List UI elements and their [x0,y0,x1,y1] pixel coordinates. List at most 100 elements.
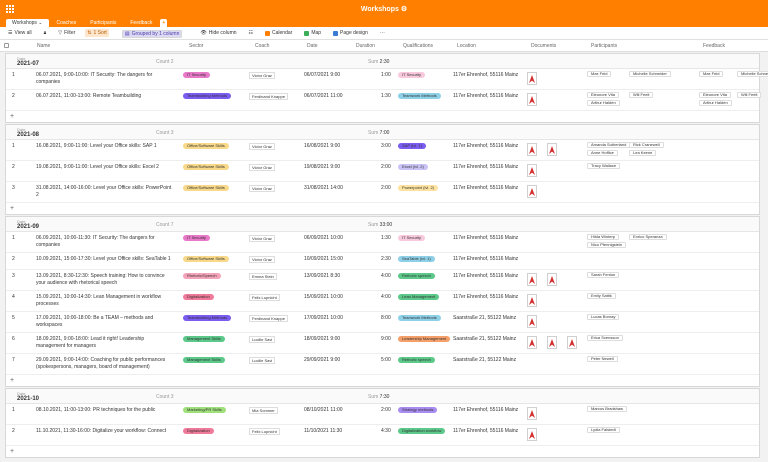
participant-tag[interactable]: Will Feeit [629,92,654,98]
table-row[interactable]: 6 18.09.2021, 9:00-18:00: Lead it right! … [6,333,759,354]
pdf-document-icon[interactable] [527,407,537,420]
table-row[interactable]: 2 10.09.2021, 15:00-17:30: Level your Off… [6,253,759,270]
coach-link[interactable]: Lucille Savi [249,336,276,343]
table-row[interactable]: 2 11.10.2021, 11:30-16:00: Digitalize you… [6,425,759,446]
page-design-button[interactable]: Page design [331,29,370,37]
participant-tag[interactable]: Sarah Fenton [587,272,620,278]
coach-link[interactable]: Victor Graz [249,185,275,192]
workshop-name[interactable]: 06.07.2021, 9:00-10:00: IT Security: The… [36,72,152,78]
pdf-document-icon[interactable] [527,428,537,441]
column-header-sector[interactable]: Sector [189,43,203,49]
tab-participants[interactable]: Participants [84,19,122,27]
add-row-button[interactable]: + [6,203,759,214]
add-row-button[interactable]: + [6,446,759,457]
participant-tag[interactable]: Tracy Wallace [587,163,621,169]
column-header-qualifications[interactable]: Qualifications [403,43,433,49]
calendar-button[interactable]: Calendar [263,29,294,37]
participant-tag[interactable]: Erica Svensson [587,335,623,341]
column-header-duration[interactable]: Duration [356,43,375,49]
participant-tag[interactable]: Anne Hoffice [587,150,618,156]
coach-link[interactable]: Victor Graz [249,72,275,79]
coach-link[interactable]: Victor Graz [249,235,275,242]
coach-link[interactable]: Felix Lupnicht [249,428,280,435]
workshop-name[interactable]: 2 [36,192,39,198]
pdf-document-icon[interactable] [527,164,537,177]
coach-link[interactable]: Victor Graz [249,256,275,263]
column-header-participants[interactable]: Participants [591,43,617,49]
workshop-name[interactable]: your audience with rhetorical speech [36,280,117,286]
pdf-document-icon[interactable] [527,336,537,349]
hide-column-button[interactable]: 👁︎ Hide column [198,29,238,37]
lock-button[interactable]: 🔒︎ [42,29,49,37]
table-row[interactable]: 1 06.07.2021, 9:00-10:00: IT Security: Th… [6,69,768,90]
table-row[interactable]: 3 31.08.2021, 14:00-16:00: Level your Off… [6,182,759,203]
feedback-tag[interactable]: Michelle Schneider [737,71,768,77]
pdf-document-icon[interactable] [547,143,557,156]
workshop-name[interactable]: workspaces [36,322,62,328]
pdf-document-icon[interactable] [527,294,537,307]
coach-link[interactable]: Felix Lupnicht [249,294,280,301]
table-row[interactable]: 5 17.09.2021, 10:00-18:00: Be a TEAM – me… [6,312,759,333]
workshop-name[interactable]: 11.10.2021, 11:30-16:00: Digitalize your… [36,428,166,434]
participant-tag[interactable]: Lea Keene [629,150,657,156]
group-button[interactable]: ▤ Grouped by 1 column [121,29,183,38]
workshop-name[interactable]: 06.07.2021, 11:00-13:00: Remote Teambuil… [36,93,141,99]
table-row[interactable]: 3 13.09.2021, 8:30-12:30: Speech training… [6,270,759,291]
coach-link[interactable]: Emma Stein [249,273,277,280]
table-row[interactable]: 2 19.08.2021, 9:00-11:00: Level your Offi… [6,161,759,182]
table-row[interactable]: 1 06.09.2021, 10:00-11:30: IT Security: T… [6,232,759,253]
tab-feedback[interactable]: Feedback [124,19,158,27]
workshop-name[interactable]: 31.08.2021, 14:00-16:00: Level your Offi… [36,185,171,191]
group-header[interactable]: Date 2021-08 Count 3 Sum 7:00 [6,125,759,140]
participant-tag[interactable]: Eleonore Vita [587,92,619,98]
workshop-name[interactable]: 17.09.2021, 10:00-18:00: Be a TEAM – met… [36,315,153,321]
workshop-name[interactable]: processes [36,301,59,307]
table-row[interactable]: 4 15.09.2021, 10:00-14:30: Lean Managemen… [6,291,759,312]
pdf-document-icon[interactable] [527,93,537,106]
table-row[interactable]: 7 29.09.2021, 9:00-14:00: Coaching for pu… [6,354,759,375]
table-row[interactable]: 2 06.07.2021, 11:00-13:00: Remote Teambui… [6,90,762,111]
feedback-tag[interactable]: Max Feid [699,71,724,77]
add-row-button[interactable]: + [6,111,759,122]
column-header-location[interactable]: Location [457,43,476,49]
group-header[interactable]: Date 2021-10 Count 3 Sum 7:30 [6,389,759,404]
participant-tag[interactable]: Marcus Bradshaw [587,406,628,412]
column-header-name[interactable]: Name [37,43,50,49]
workshop-name[interactable]: (spokespersons, managers, board of manag… [36,364,150,370]
map-button[interactable]: Map [302,29,323,37]
workshop-name[interactable]: companies [36,242,60,248]
group-header[interactable]: Date 2021-07 Count 2 Sum 2:30 [6,54,759,69]
participant-tag[interactable]: Nico Pfennigstein [587,242,627,248]
feedback-tag[interactable]: Arthur Halden [699,100,732,106]
participant-tag[interactable]: Max Feid [587,71,612,77]
coach-link[interactable]: Victor Graz [249,143,275,150]
coach-link[interactable]: Mia Sommer [249,407,278,414]
row-height-button[interactable]: ☷ [247,29,255,37]
pdf-document-icon[interactable] [547,336,557,349]
workshop-name[interactable]: companies [36,79,60,85]
tab-coaches[interactable]: Coaches [51,19,83,27]
pdf-document-icon[interactable] [527,143,537,156]
workshop-name[interactable]: 19.08.2021, 9:00-11:00: Level your Offic… [36,164,159,170]
group-header[interactable]: Date 2021-09 Count 7 Sum 33:00 [6,217,759,232]
table-row[interactable]: 1 16.08.2021, 9:00-11:00: Level your Offi… [6,140,759,161]
column-header-documents[interactable]: Documents [531,43,556,49]
add-row-button[interactable]: + [6,375,759,386]
workshop-name[interactable]: 08.10.2021, 11:00-13:00: PR techniques f… [36,407,155,413]
base-title[interactable]: Workshops ⚙ [0,5,768,13]
coach-link[interactable]: Ferdinand Knappe [249,315,288,322]
tab-workshops[interactable]: Workshops ⌄ [6,19,49,27]
workshop-name[interactable]: 18.09.2021, 9:00-18:00: Lead it right! L… [36,336,144,342]
more-button[interactable]: ··· [378,29,387,37]
participant-tag[interactable]: Hilda Winterp [587,234,620,240]
participant-tag[interactable]: Lucas Bonray [587,314,620,320]
participant-tag[interactable]: Enrico Speranza [629,234,667,240]
workshop-name[interactable]: 29.09.2021, 9:00-14:00: Coaching for pub… [36,357,165,363]
participant-tag[interactable]: Emily Sattik [587,293,616,299]
participant-tag[interactable]: Amanda Sutherland [587,142,631,148]
pdf-document-icon[interactable] [547,273,557,286]
workshop-name[interactable]: 06.09.2021, 10:00-11:30: IT Security: Th… [36,235,155,241]
participant-tag[interactable]: Michelle Schneider [629,71,671,77]
column-header-feedback[interactable]: Feedback [703,43,725,49]
column-header-date[interactable]: Date [307,43,318,49]
